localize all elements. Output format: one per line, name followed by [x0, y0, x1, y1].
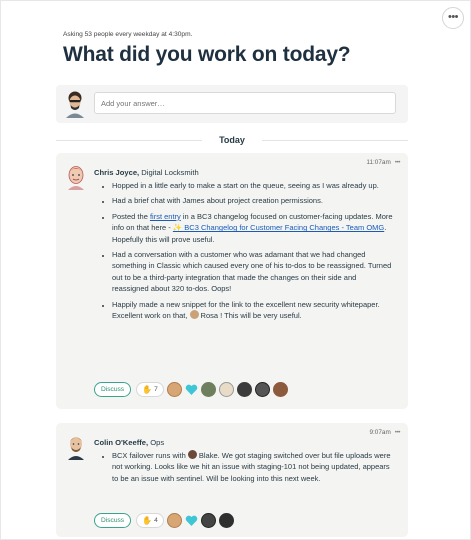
mention-name[interactable]: Blake	[199, 451, 218, 460]
ellipsis-icon: •••	[447, 11, 459, 23]
answer-body: BCX failover runs with Blake. We got sta…	[102, 450, 394, 488]
checkin-page: ••• Asking 53 people every weekday at 4:…	[0, 0, 471, 540]
answer-composer	[56, 85, 408, 123]
heart-icon[interactable]	[185, 384, 198, 396]
boost-avatar[interactable]	[200, 513, 216, 528]
reactions-bar: Discuss ✋ 7	[94, 382, 288, 397]
boost-avatar[interactable]	[236, 382, 252, 397]
boost-avatar[interactable]	[200, 382, 216, 397]
list-item: Had a brief chat with James about projec…	[112, 195, 394, 206]
mention-avatar	[187, 450, 197, 459]
day-divider: Today	[56, 133, 408, 147]
boost-count-button[interactable]: ✋ 7	[136, 382, 164, 397]
list-item: Happily made a new snippet for the link …	[112, 299, 394, 322]
clapping-hands-icon: ✋	[142, 385, 153, 394]
boost-avatar[interactable]	[218, 382, 234, 397]
mention-name[interactable]: Rosa	[201, 311, 219, 320]
boost-avatar[interactable]	[166, 513, 182, 528]
reactions-bar: Discuss ✋ 4	[94, 513, 234, 528]
timestamp: 11:07am	[366, 159, 391, 166]
boost-count: 7	[154, 386, 158, 393]
current-user-avatar	[66, 91, 84, 118]
author-avatar[interactable]	[65, 434, 87, 460]
answer-card: 9:07am ••• Colin O'Keeffe, Ops BCX failov…	[56, 423, 408, 537]
list-item: BCX failover runs with Blake. We got sta…	[112, 450, 394, 484]
schedule-text: Asking 53 people every weekday at 4:30pm…	[63, 31, 193, 38]
discuss-button[interactable]: Discuss	[94, 382, 132, 397]
author-title: Ops	[150, 438, 165, 447]
discuss-button[interactable]: Discuss	[94, 513, 132, 528]
answer-body: Hopped in a little early to make a start…	[102, 180, 394, 325]
author-line: Colin O'Keeffe, Ops	[94, 438, 164, 447]
clapping-hands-icon: ✋	[142, 516, 153, 525]
page-title: What did you work on today?	[63, 43, 351, 66]
author-name[interactable]: Colin O'Keeffe,	[94, 438, 148, 447]
author-line: Chris Joyce, Digital Locksmith	[94, 168, 199, 177]
boost-count-button[interactable]: ✋ 4	[136, 513, 164, 528]
author-title: Digital Locksmith	[141, 168, 199, 177]
page-options-button[interactable]: •••	[442, 7, 464, 29]
answer-input[interactable]	[94, 92, 396, 114]
text-segment: Posted the	[112, 211, 150, 221]
timestamp: 9:07am	[369, 429, 391, 436]
post-menu-icon[interactable]: •••	[395, 429, 401, 436]
boost-avatar[interactable]	[272, 382, 288, 397]
heart-icon[interactable]	[185, 515, 198, 527]
divider-line-right	[262, 140, 408, 141]
post-time: 9:07am •••	[369, 429, 400, 436]
author-avatar[interactable]	[65, 164, 87, 190]
answer-card: 11:07am ••• Chris Joyce, Digital Locksmit…	[56, 153, 408, 409]
mention-avatar	[189, 310, 199, 320]
text-segment: ! This will be very useful.	[218, 311, 302, 321]
boost-count: 4	[154, 517, 158, 524]
post-time: 11:07am •••	[366, 159, 400, 166]
boost-avatar[interactable]	[166, 382, 182, 397]
boost-avatar[interactable]	[218, 513, 234, 528]
boost-avatar[interactable]	[254, 382, 270, 397]
author-name[interactable]: Chris Joyce,	[94, 168, 139, 177]
post-menu-icon[interactable]: •••	[395, 159, 401, 166]
list-item: Hopped in a little early to make a start…	[112, 180, 394, 191]
changelog-link[interactable]: ✨ BC3 Changelog for Customer Facing Chan…	[173, 223, 384, 232]
first-entry-link[interactable]: first entry	[150, 212, 181, 221]
list-item: Posted the first entry in a BC3 changelo…	[112, 211, 394, 245]
text-segment: BCX failover runs with	[112, 451, 188, 460]
list-item: Had a conversation with a customer who w…	[112, 249, 394, 295]
